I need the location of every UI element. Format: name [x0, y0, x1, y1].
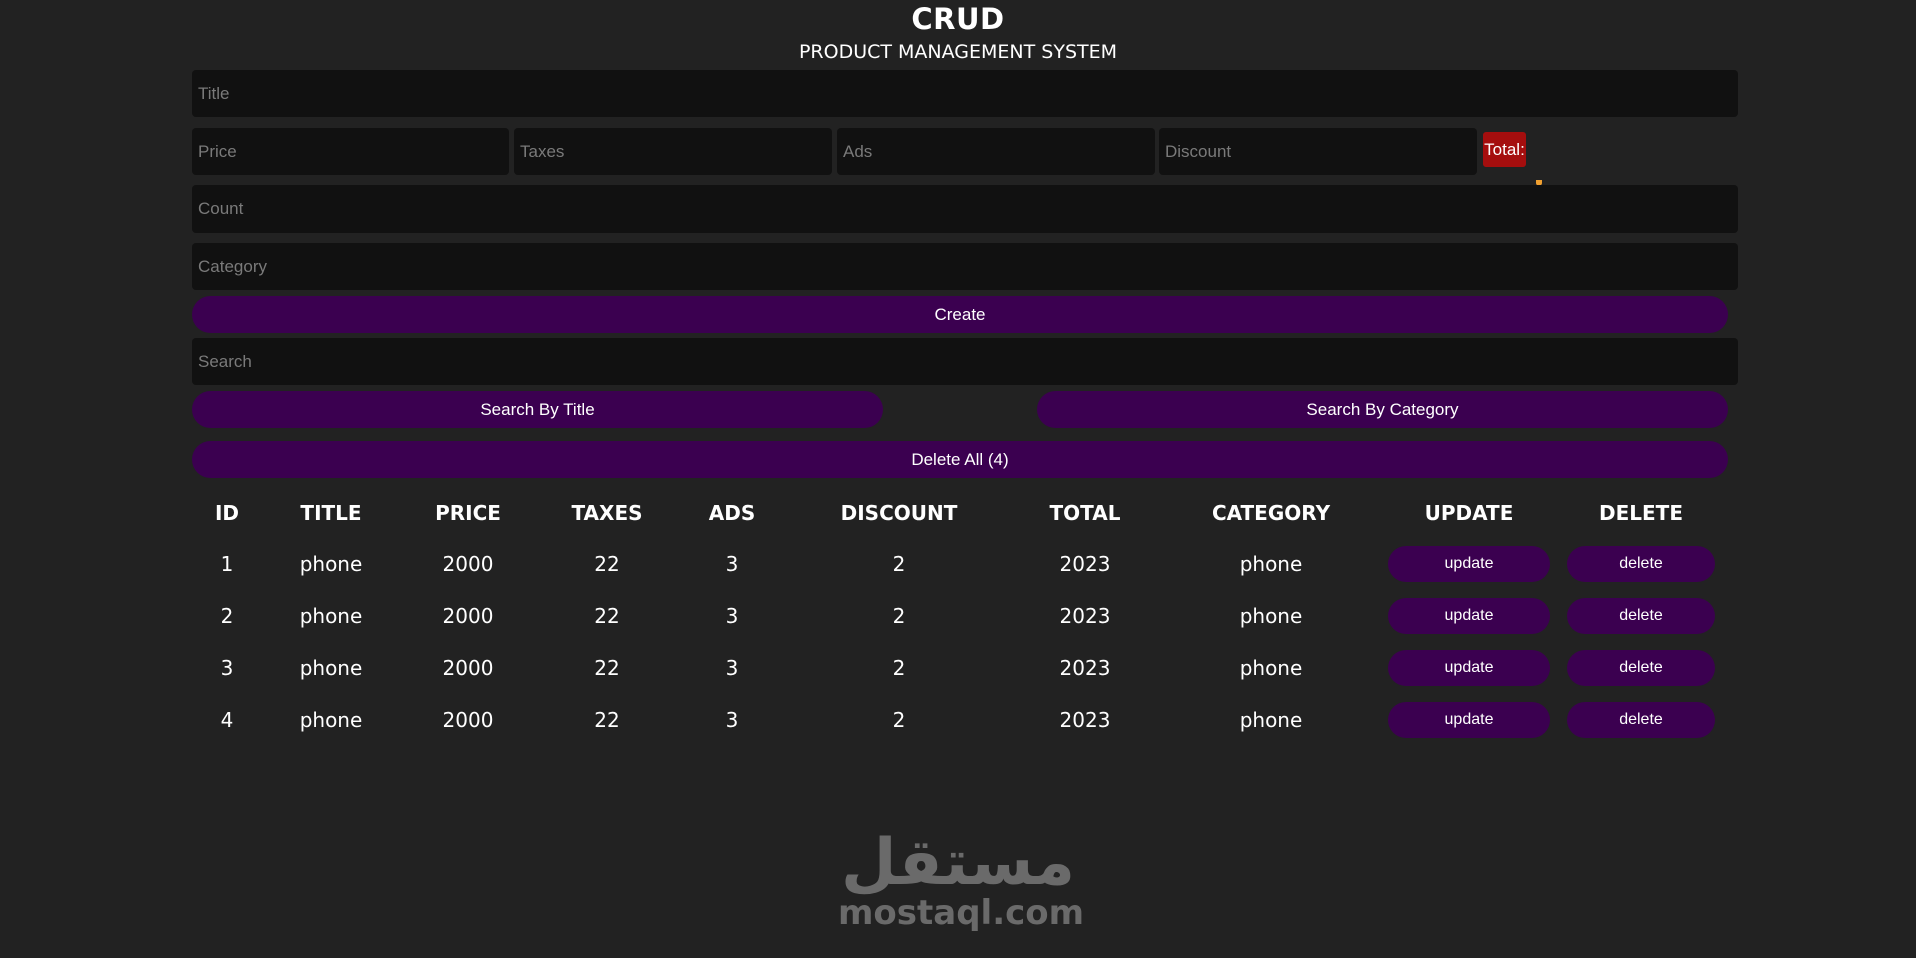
- cell-category: phone: [1239, 552, 1303, 576]
- delete-button[interactable]: delete: [1567, 546, 1715, 582]
- cell-title: phone: [299, 708, 363, 732]
- header-category: CATEGORY: [1211, 501, 1331, 525]
- cell-delete: delete: [1554, 590, 1728, 642]
- cell-update: update: [1384, 694, 1554, 746]
- header-taxes: TAXES: [571, 501, 643, 525]
- products-table: ID TITLE PRICE TAXES ADS DISCOUNT TOTAL …: [192, 488, 1728, 746]
- ads-input[interactable]: [837, 128, 1155, 175]
- cell-ads: 3: [725, 552, 739, 576]
- search-by-category-button[interactable]: Search By Category: [1037, 391, 1728, 428]
- cell-id: 1: [220, 552, 234, 576]
- cell-discount: 2: [892, 708, 906, 732]
- header-ads: ADS: [708, 501, 756, 525]
- cell-total: 2023: [1059, 656, 1111, 680]
- cell-id: 3: [220, 656, 234, 680]
- cell-price: 2000: [442, 552, 494, 576]
- title-input[interactable]: [192, 70, 1738, 117]
- cell-price: 2000: [442, 656, 494, 680]
- table-row: 1 phone 2000 22 3 2 2023 phone update de…: [192, 538, 1728, 590]
- crud-page: CRUD PRODUCT MANAGEMENT SYSTEM Total: Cr…: [0, 0, 1916, 958]
- header-total: TOTAL: [1049, 501, 1121, 525]
- table-header-row: ID TITLE PRICE TAXES ADS DISCOUNT TOTAL …: [192, 488, 1728, 538]
- delete-all-button[interactable]: Delete All (4): [192, 441, 1728, 478]
- count-input[interactable]: [192, 185, 1738, 233]
- search-by-title-button[interactable]: Search By Title: [192, 391, 883, 428]
- cell-taxes: 22: [594, 552, 620, 576]
- cell-title: phone: [299, 552, 363, 576]
- update-button[interactable]: update: [1388, 650, 1550, 686]
- cell-delete: delete: [1554, 642, 1728, 694]
- taxes-input[interactable]: [514, 128, 832, 175]
- cell-ads: 3: [725, 708, 739, 732]
- page-subtitle: PRODUCT MANAGEMENT SYSTEM: [798, 41, 1118, 63]
- search-input[interactable]: [192, 338, 1738, 385]
- watermark-latin: mostaql.com: [838, 893, 1085, 933]
- cell-title: phone: [299, 656, 363, 680]
- cell-discount: 2: [892, 604, 906, 628]
- update-button[interactable]: update: [1388, 546, 1550, 582]
- cell-price: 2000: [442, 708, 494, 732]
- table-row: 4 phone 2000 22 3 2 2023 phone update de…: [192, 694, 1728, 746]
- cell-category: phone: [1239, 604, 1303, 628]
- cell-taxes: 22: [594, 708, 620, 732]
- cell-taxes: 22: [594, 656, 620, 680]
- discount-input[interactable]: [1159, 128, 1477, 175]
- cell-delete: delete: [1554, 538, 1728, 590]
- category-input[interactable]: [192, 243, 1738, 290]
- cell-total: 2023: [1059, 604, 1111, 628]
- delete-button[interactable]: delete: [1567, 650, 1715, 686]
- price-input[interactable]: [192, 128, 509, 175]
- cell-ads: 3: [725, 604, 739, 628]
- delete-button[interactable]: delete: [1567, 702, 1715, 738]
- cell-category: phone: [1239, 656, 1303, 680]
- cell-discount: 2: [892, 552, 906, 576]
- table-row: 2 phone 2000 22 3 2 2023 phone update de…: [192, 590, 1728, 642]
- watermark-arabic: مستقل: [840, 826, 1076, 900]
- header-title: TITLE: [300, 501, 362, 525]
- update-button[interactable]: update: [1388, 598, 1550, 634]
- cell-id: 4: [220, 708, 234, 732]
- cell-update: update: [1384, 642, 1554, 694]
- mostaql-watermark: مستقل mostaql.com: [838, 826, 1085, 933]
- update-button[interactable]: update: [1388, 702, 1550, 738]
- header-discount: DISCOUNT: [840, 501, 958, 525]
- cell-category: phone: [1239, 708, 1303, 732]
- page-title: CRUD: [911, 2, 1005, 36]
- cell-id: 2: [220, 604, 234, 628]
- cell-update: update: [1384, 538, 1554, 590]
- table-row: 3 phone 2000 22 3 2 2023 phone update de…: [192, 642, 1728, 694]
- header-update: UPDATE: [1424, 501, 1514, 525]
- cell-taxes: 22: [594, 604, 620, 628]
- cell-total: 2023: [1059, 708, 1111, 732]
- delete-button[interactable]: delete: [1567, 598, 1715, 634]
- header-price: PRICE: [435, 501, 501, 525]
- cell-total: 2023: [1059, 552, 1111, 576]
- create-button[interactable]: Create: [192, 296, 1728, 333]
- cell-delete: delete: [1554, 694, 1728, 746]
- cell-discount: 2: [892, 656, 906, 680]
- header-id: ID: [214, 501, 240, 525]
- total-badge: Total:: [1483, 132, 1526, 167]
- cell-ads: 3: [725, 656, 739, 680]
- cell-price: 2000: [442, 604, 494, 628]
- cell-title: phone: [299, 604, 363, 628]
- cell-update: update: [1384, 590, 1554, 642]
- header-delete: DELETE: [1599, 501, 1683, 525]
